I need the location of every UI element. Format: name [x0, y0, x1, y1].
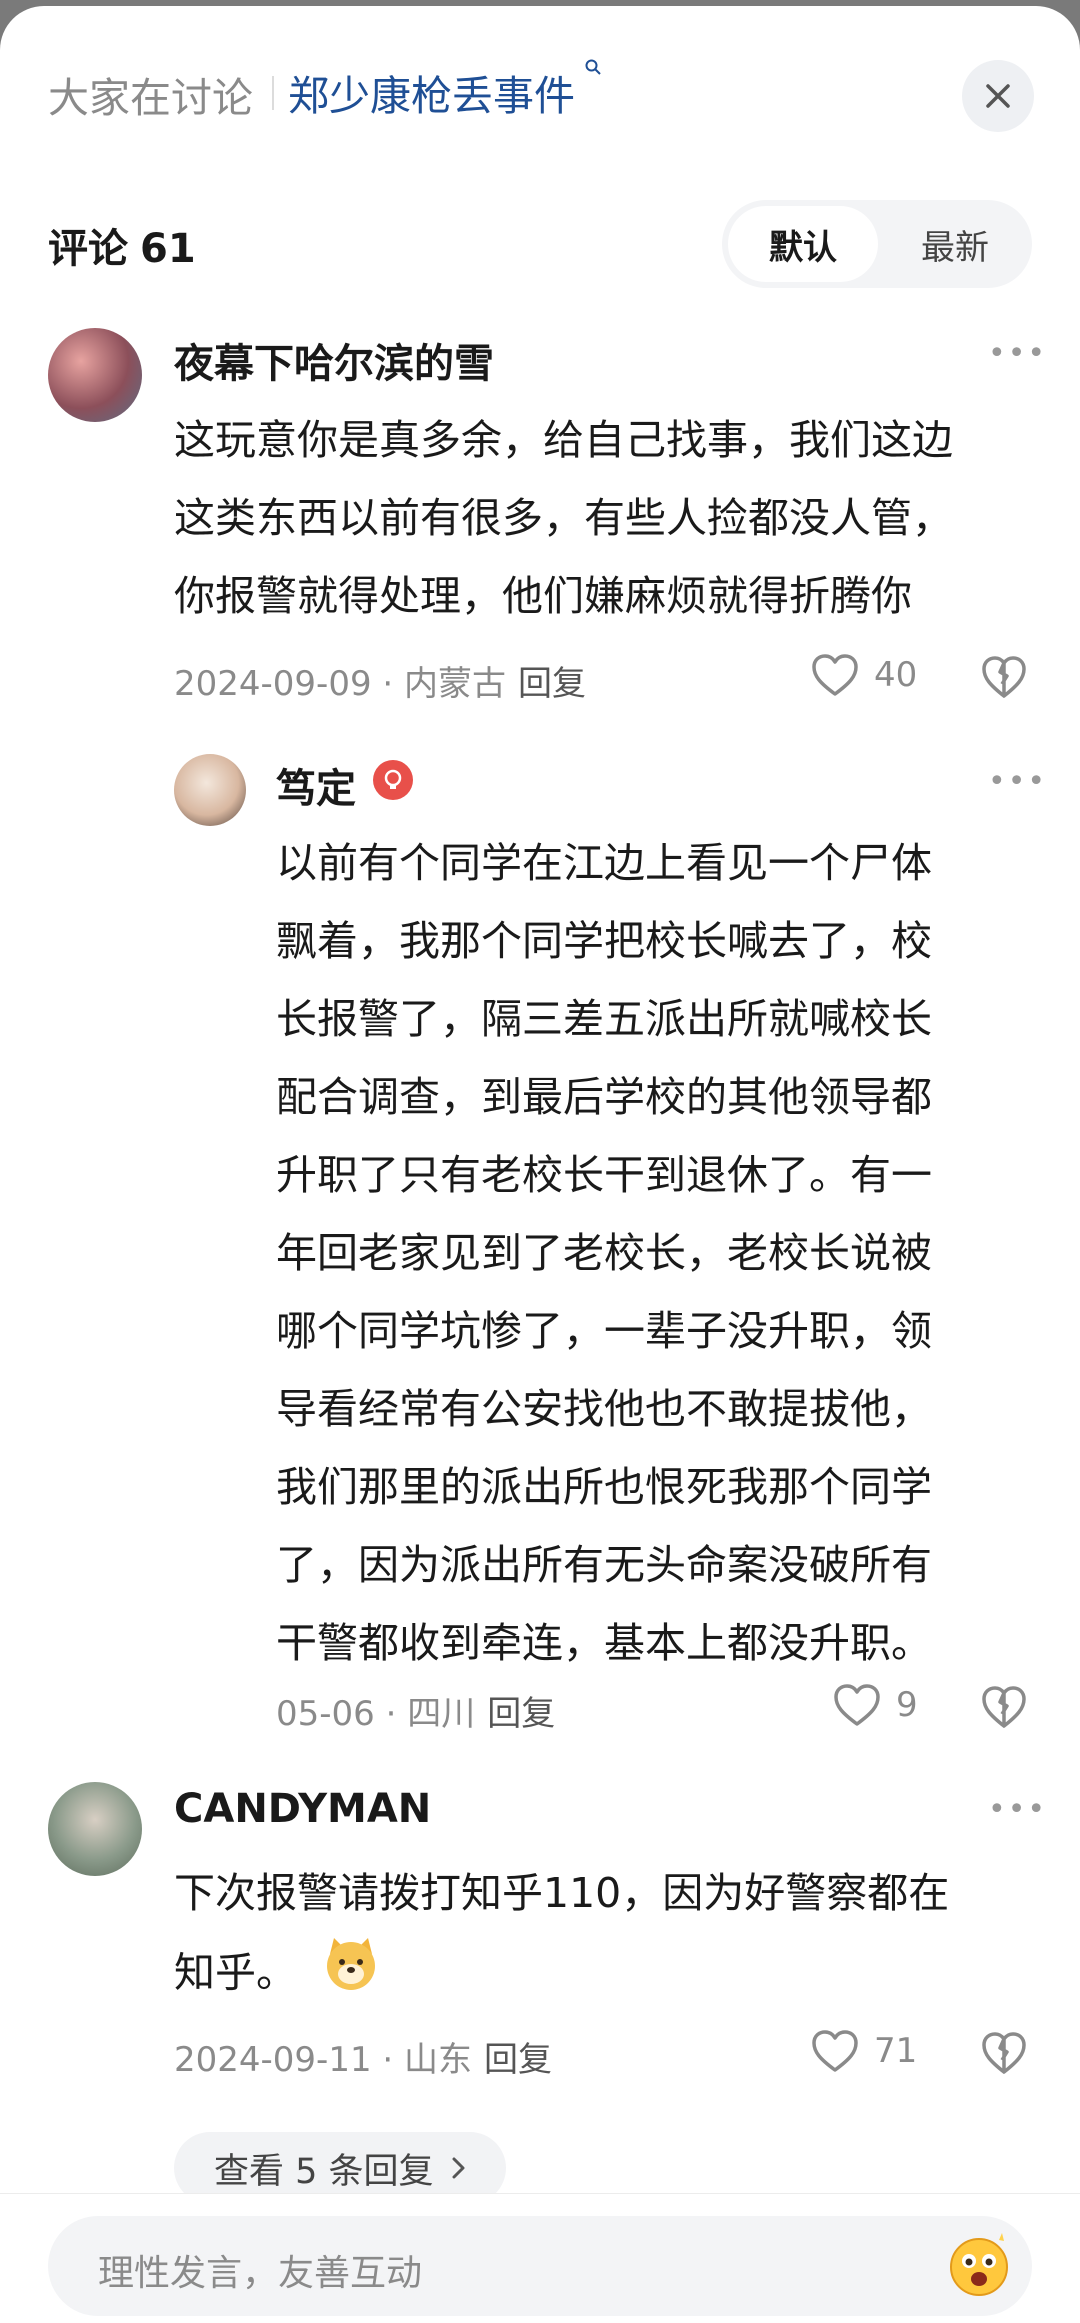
comment-line: 下次报警请拨打知乎110，因为好警察都在	[174, 1854, 949, 1932]
tab-default[interactable]: 默认	[728, 206, 878, 282]
tab-latest[interactable]: 最新	[882, 206, 1028, 282]
comment-input[interactable]: 理性发言，友善互动	[48, 2216, 1032, 2316]
input-placeholder: 理性发言，友善互动	[98, 2253, 423, 2294]
comment-line: 以前有个同学在江边上看见一个尸体	[276, 839, 932, 887]
comment-input-bar: 理性发言，友善互动	[0, 2193, 1080, 2323]
more-icon[interactable]: •••	[988, 764, 1047, 799]
comment-line: 你报警就得处理，他们嫌麻烦就得折腾你	[174, 572, 912, 620]
dislike-button[interactable]	[980, 1684, 1028, 1734]
comment-line: 了，因为派出所有无头命案没破所有	[276, 1541, 932, 1589]
emoji-icon[interactable]	[944, 2230, 1014, 2304]
view-replies-label: 查看 5 条回复	[214, 2151, 434, 2192]
comment-text: 下次报警请拨打知乎110，因为好警察都在 知乎。	[174, 1854, 949, 2019]
comments-label: 评论	[48, 226, 128, 272]
comment-text: 以前有个同学在江边上看见一个尸体 飘着，我那个同学把校长喊去了，校 长报警了，隔…	[276, 824, 932, 1682]
comment-text: 这玩意你是真多余，给自己找事，我们这边 这类东西以前有很多，有些人捡都没人管， …	[174, 401, 953, 635]
like-count: 9	[896, 1685, 918, 1725]
discussing-label: 大家在讨论	[48, 74, 253, 122]
comment-date-location: 2024-09-09 · 内蒙古	[174, 664, 507, 704]
reply-button[interactable]: 回复	[484, 2040, 552, 2080]
comment-line-text: 知乎。	[174, 1948, 297, 1997]
sort-tabs: 默认 最新	[722, 200, 1032, 288]
dislike-button[interactable]	[980, 2030, 1028, 2080]
badge-icon	[373, 760, 413, 800]
close-button[interactable]	[962, 60, 1034, 132]
comment-line: 长报警了，隔三差五派出所就喊校长	[276, 995, 932, 1043]
comment-date-location: 05-06 · 四川	[276, 1694, 476, 1734]
comment-line: 这类东西以前有很多，有些人捡都没人管，	[174, 494, 953, 542]
like-button[interactable]: 40	[810, 652, 917, 698]
header-divider	[272, 76, 274, 110]
heart-icon	[812, 2030, 858, 2072]
more-icon[interactable]: •••	[988, 1792, 1047, 1827]
comment-line-text: 下次报警请拨打知乎110，因为好警察都在	[174, 1869, 950, 1917]
comment-date-location: 2024-09-11 · 山东	[174, 2040, 473, 2080]
comment-meta: 2024-09-11 · 山东 回复	[174, 2032, 552, 2081]
comment-line: 飘着，我那个同学把校长喊去了，校	[276, 917, 932, 965]
comment-line: 干警都收到牵连，基本上都没升职。	[276, 1619, 932, 1667]
dislike-button[interactable]	[980, 654, 1028, 704]
comments-sheet: 大家在讨论 郑少康枪丢事件 评论 61 默认 最新 夜幕下哈尔滨的雪 ••• 这玩…	[0, 6, 1080, 2323]
comment-line: 这玩意你是真多余，给自己找事，我们这边	[174, 416, 953, 464]
comment-line: 知乎。	[174, 1932, 949, 2019]
comment-username[interactable]: 笃定	[276, 756, 356, 814]
comment-meta: 2024-09-09 · 内蒙古 回复	[174, 656, 586, 705]
reply-button[interactable]: 回复	[518, 664, 586, 704]
close-icon	[986, 84, 1010, 108]
comment-username[interactable]: CANDYMAN	[174, 1786, 431, 1832]
topic-link[interactable]: 郑少康枪丢事件	[288, 62, 575, 122]
heart-icon	[812, 654, 858, 696]
comment-line: 导看经常有公安找他也不敢提拔他，	[276, 1385, 932, 1433]
reply-button[interactable]: 回复	[487, 1694, 555, 1734]
like-count: 40	[874, 655, 918, 695]
dog-emoji-icon	[320, 1932, 382, 2019]
more-icon[interactable]: •••	[988, 336, 1047, 371]
like-button[interactable]: 71	[810, 2028, 917, 2074]
comment-line: 升职了只有老校长干到退休了。有一	[276, 1151, 932, 1199]
avatar[interactable]	[48, 328, 142, 422]
avatar[interactable]	[174, 754, 246, 826]
comment-line: 配合调查，到最后学校的其他领导都	[276, 1073, 932, 1121]
comment-username[interactable]: 夜幕下哈尔滨的雪	[174, 331, 494, 389]
comment-line: 我们那里的派出所也恨死我那个同学	[276, 1463, 932, 1511]
broken-heart-icon	[982, 2032, 1026, 2074]
broken-heart-icon	[982, 656, 1026, 698]
heart-icon	[834, 1684, 880, 1726]
comment-line: 年回老家见到了老校长，老校长说被	[276, 1229, 932, 1277]
sheet-header: 大家在讨论 郑少康枪丢事件	[0, 6, 1080, 176]
comments-title: 评论 61	[48, 216, 196, 274]
like-button[interactable]: 9	[832, 1682, 918, 1728]
comment-meta: 05-06 · 四川 回复	[276, 1686, 555, 1735]
like-count: 71	[874, 2031, 918, 2071]
search-icon	[584, 58, 602, 80]
avatar[interactable]	[48, 1782, 142, 1876]
broken-heart-icon	[982, 1686, 1026, 1728]
chevron-right-icon	[452, 2157, 465, 2179]
comments-count: 61	[140, 226, 196, 272]
comment-line: 哪个同学坑惨了，一辈子没升职，领	[276, 1307, 932, 1355]
